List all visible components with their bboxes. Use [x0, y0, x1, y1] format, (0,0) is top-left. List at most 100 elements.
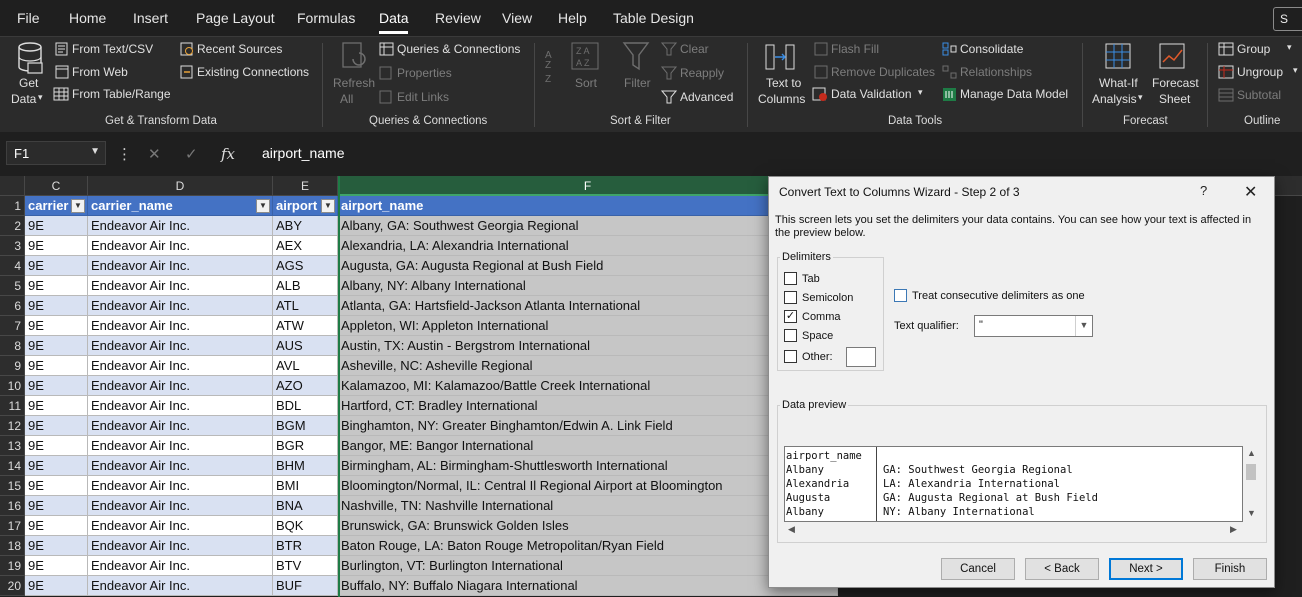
table-cell[interactable]: Alexandria, LA: Alexandria International: [338, 236, 838, 256]
close-icon[interactable]: ✕: [1244, 182, 1257, 202]
text-to-columns-label-2[interactable]: Columns: [758, 92, 805, 106]
table-cell[interactable]: 9E: [25, 336, 88, 356]
table-cell[interactable]: 9E: [25, 276, 88, 296]
row-header[interactable]: 8: [0, 336, 25, 356]
table-cell[interactable]: 9E: [25, 556, 88, 576]
scroll-up-icon[interactable]: ▲: [1247, 448, 1256, 458]
more-options-icon[interactable]: ⋮: [117, 145, 132, 163]
scroll-thumb[interactable]: [1246, 464, 1256, 480]
table-cell[interactable]: 9E: [25, 236, 88, 256]
table-cell[interactable]: Endeavor Air Inc.: [88, 516, 273, 536]
menu-insert[interactable]: Insert: [133, 10, 168, 26]
column-header-d[interactable]: D: [88, 176, 273, 196]
table-cell[interactable]: Kalamazoo, MI: Kalamazoo/Battle Creek In…: [338, 376, 838, 396]
recent-sources-button[interactable]: Recent Sources: [197, 42, 282, 56]
menu-page-layout[interactable]: Page Layout: [196, 10, 275, 26]
tab-checkbox-box[interactable]: [784, 272, 797, 285]
table-cell[interactable]: 9E: [25, 256, 88, 276]
table-cell[interactable]: Endeavor Air Inc.: [88, 576, 273, 596]
table-cell[interactable]: BTV: [273, 556, 338, 576]
menu-data[interactable]: Data: [379, 10, 409, 26]
menu-view[interactable]: View: [502, 10, 532, 26]
table-cell[interactable]: 9E: [25, 396, 88, 416]
table-cell[interactable]: BQK: [273, 516, 338, 536]
table-cell[interactable]: AZO: [273, 376, 338, 396]
row-header[interactable]: 5: [0, 276, 25, 296]
data-validation-button[interactable]: Data Validation: [831, 87, 912, 101]
table-cell[interactable]: BTR: [273, 536, 338, 556]
table-cell[interactable]: Endeavor Air Inc.: [88, 356, 273, 376]
table-cell[interactable]: Augusta, GA: Augusta Regional at Bush Fi…: [338, 256, 838, 276]
table-cell[interactable]: 9E: [25, 296, 88, 316]
table-cell[interactable]: Bloomington/Normal, IL: Central Il Regio…: [338, 476, 838, 496]
table-cell[interactable]: Bangor, ME: Bangor International: [338, 436, 838, 456]
what-if-label-2[interactable]: Analysis: [1092, 92, 1137, 106]
filter-dropdown-icon[interactable]: ▼: [71, 199, 85, 213]
row-header[interactable]: 6: [0, 296, 25, 316]
table-header-cell[interactable]: carrier_name ▼: [88, 196, 273, 216]
table-cell[interactable]: Albany, NY: Albany International: [338, 276, 838, 296]
table-cell[interactable]: Endeavor Air Inc.: [88, 436, 273, 456]
comma-checkbox-box[interactable]: ✓: [784, 310, 797, 323]
table-cell[interactable]: BHM: [273, 456, 338, 476]
table-cell[interactable]: Endeavor Air Inc.: [88, 216, 273, 236]
clear-button[interactable]: Clear: [680, 42, 709, 56]
filter-dropdown-icon[interactable]: ▼: [321, 199, 335, 213]
share-button[interactable]: S: [1273, 7, 1302, 31]
cancel-entry-icon[interactable]: ✕: [148, 145, 161, 163]
table-cell[interactable]: ATW: [273, 316, 338, 336]
table-cell[interactable]: Endeavor Air Inc.: [88, 416, 273, 436]
scroll-right-icon[interactable]: ▶: [1230, 524, 1237, 535]
name-box[interactable]: F1 ▼: [6, 141, 106, 165]
row-header[interactable]: 18: [0, 536, 25, 556]
table-cell[interactable]: Endeavor Air Inc.: [88, 556, 273, 576]
what-if-chevron-icon[interactable]: ▾: [1138, 92, 1143, 103]
table-cell[interactable]: AVL: [273, 356, 338, 376]
table-cell[interactable]: Burlington, VT: Burlington International: [338, 556, 838, 576]
manage-data-model-button[interactable]: Manage Data Model: [960, 87, 1068, 101]
table-cell[interactable]: ALB: [273, 276, 338, 296]
table-header-cell[interactable]: carrier ▼: [25, 196, 88, 216]
data-preview-pane[interactable]: airport_name Albany Alexandria Augusta A…: [784, 446, 1243, 522]
cancel-button[interactable]: Cancel: [941, 558, 1015, 580]
table-cell[interactable]: BDL: [273, 396, 338, 416]
row-header[interactable]: 7: [0, 316, 25, 336]
advanced-button[interactable]: Advanced: [680, 90, 733, 104]
table-cell[interactable]: 9E: [25, 356, 88, 376]
confirm-entry-icon[interactable]: ✓: [185, 145, 198, 163]
table-cell[interactable]: Endeavor Air Inc.: [88, 536, 273, 556]
row-header[interactable]: 1: [0, 196, 25, 216]
row-header[interactable]: 2: [0, 216, 25, 236]
table-cell[interactable]: Endeavor Air Inc.: [88, 376, 273, 396]
row-header[interactable]: 19: [0, 556, 25, 576]
forecast-sheet-label-1[interactable]: Forecast: [1152, 76, 1199, 90]
table-cell[interactable]: Asheville, NC: Asheville Regional: [338, 356, 838, 376]
back-button[interactable]: < Back: [1025, 558, 1099, 580]
name-box-dropdown-icon[interactable]: ▼: [90, 146, 100, 157]
table-cell[interactable]: Endeavor Air Inc.: [88, 276, 273, 296]
row-header[interactable]: 20: [0, 576, 25, 596]
other-delimiter-input[interactable]: [846, 347, 876, 367]
table-cell[interactable]: Buffalo, NY: Buffalo Niagara Internation…: [338, 576, 838, 596]
table-cell[interactable]: Endeavor Air Inc.: [88, 316, 273, 336]
row-header[interactable]: 12: [0, 416, 25, 436]
remove-duplicates-button[interactable]: Remove Duplicates: [831, 65, 935, 79]
scroll-down-icon[interactable]: ▼: [1247, 508, 1256, 518]
table-cell[interactable]: 9E: [25, 416, 88, 436]
table-cell[interactable]: BMI: [273, 476, 338, 496]
table-cell[interactable]: Endeavor Air Inc.: [88, 396, 273, 416]
reapply-button[interactable]: Reapply: [680, 66, 724, 80]
queries-connections-button[interactable]: Queries & Connections: [397, 42, 520, 56]
column-header-f[interactable]: F: [338, 176, 838, 196]
table-cell[interactable]: 9E: [25, 216, 88, 236]
table-cell[interactable]: Endeavor Air Inc.: [88, 256, 273, 276]
table-cell[interactable]: Appleton, WI: Appleton International: [338, 316, 838, 336]
menu-table-design[interactable]: Table Design: [613, 10, 694, 26]
table-cell[interactable]: 9E: [25, 516, 88, 536]
refresh-label-2[interactable]: All: [340, 92, 353, 106]
row-header[interactable]: 4: [0, 256, 25, 276]
other-checkbox-box[interactable]: [784, 350, 797, 363]
preview-vertical-scrollbar[interactable]: ▲ ▼: [1243, 446, 1259, 522]
table-cell[interactable]: Brunswick, GA: Brunswick Golden Isles: [338, 516, 838, 536]
table-cell[interactable]: Binghamton, NY: Greater Binghamton/Edwin…: [338, 416, 838, 436]
